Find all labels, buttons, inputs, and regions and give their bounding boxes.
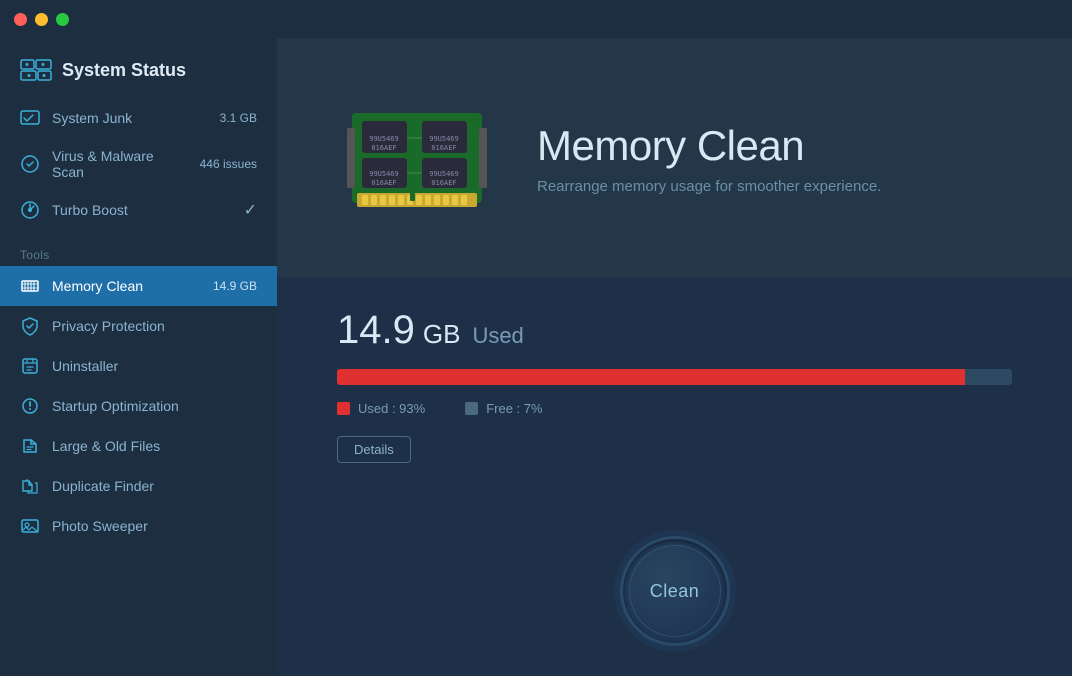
uninstaller-icon — [20, 356, 40, 376]
titlebar — [0, 0, 1072, 38]
sidebar-item-duplicate-finder[interactable]: Duplicate Finder — [0, 466, 277, 506]
turbo-boost-label: Turbo Boost — [52, 202, 232, 218]
memory-clean-badge: 14.9 GB — [213, 279, 257, 293]
sidebar-item-virus-scan[interactable]: Virus & Malware Scan 446 issues — [0, 138, 277, 190]
clean-section: Clean — [277, 516, 1072, 676]
svg-text:99U5469: 99U5469 — [369, 170, 399, 178]
svg-text:99U5469: 99U5469 — [429, 135, 459, 143]
memory-used-unit: GB — [423, 319, 461, 350]
details-button[interactable]: Details — [337, 436, 411, 463]
startup-optimization-label: Startup Optimization — [52, 398, 257, 414]
sidebar-item-photo-sweeper[interactable]: Photo Sweeper — [0, 506, 277, 546]
svg-text:99U5469: 99U5469 — [429, 170, 459, 178]
free-legend-dot — [465, 402, 478, 415]
large-old-files-icon — [20, 436, 40, 456]
stats-section: 14.9 GB Used Used : 93% Free : 7% Detail… — [277, 278, 1072, 516]
large-old-files-label: Large & Old Files — [52, 438, 257, 454]
memory-progress-fill — [337, 369, 965, 385]
turbo-boost-check: ✓ — [244, 200, 257, 220]
maximize-button[interactable] — [56, 13, 69, 26]
photo-sweeper-label: Photo Sweeper — [52, 518, 257, 534]
svg-text:016AEF: 016AEF — [431, 179, 456, 187]
free-legend-label: Free : 7% — [486, 401, 542, 416]
duplicate-finder-icon — [20, 476, 40, 496]
sidebar-item-large-old-files[interactable]: Large & Old Files — [0, 426, 277, 466]
used-legend-label: Used : 93% — [358, 401, 425, 416]
virus-scan-badge: 446 issues — [200, 157, 257, 171]
privacy-protection-icon — [20, 316, 40, 336]
system-status-icon — [20, 58, 52, 82]
used-legend-dot — [337, 402, 350, 415]
clean-button[interactable]: Clean — [620, 536, 730, 646]
used-legend-item: Used : 93% — [337, 401, 425, 416]
photo-sweeper-icon — [20, 516, 40, 536]
startup-optimization-icon — [20, 396, 40, 416]
memory-clean-icon — [20, 276, 40, 296]
privacy-protection-label: Privacy Protection — [52, 318, 257, 334]
free-legend-item: Free : 7% — [465, 401, 542, 416]
system-junk-icon — [20, 108, 40, 128]
sidebar-item-privacy-protection[interactable]: Privacy Protection — [0, 306, 277, 346]
sidebar-item-turbo-boost[interactable]: Turbo Boost ✓ — [0, 190, 277, 230]
ram-illustration: 99U5469 016AEF 99U5469 016AEF 99U5469 01… — [337, 83, 497, 233]
memory-used-number: 14.9 — [337, 308, 415, 353]
close-button[interactable] — [14, 13, 27, 26]
memory-used-label: Used — [472, 323, 523, 349]
clean-button-label: Clean — [650, 581, 700, 602]
hero-section: 99U5469 016AEF 99U5469 016AEF 99U5469 01… — [277, 38, 1072, 278]
sidebar-item-memory-clean[interactable]: Memory Clean 14.9 GB — [0, 266, 277, 306]
system-junk-label: System Junk — [52, 110, 208, 126]
system-junk-badge: 3.1 GB — [220, 111, 257, 125]
sidebar-tools-section: Memory Clean 14.9 GB Privacy Protection — [0, 266, 277, 550]
minimize-button[interactable] — [35, 13, 48, 26]
sidebar-item-startup-optimization[interactable]: Startup Optimization — [0, 386, 277, 426]
virus-scan-label: Virus & Malware Scan — [52, 148, 188, 180]
svg-text:016AEF: 016AEF — [371, 179, 396, 187]
tools-section-label: Tools — [0, 234, 277, 266]
svg-text:016AEF: 016AEF — [431, 144, 456, 152]
progress-legend: Used : 93% Free : 7% — [337, 401, 1012, 416]
memory-progress-bar — [337, 369, 1012, 385]
sidebar: System Status System Junk 3.1 GB Virus — [0, 0, 277, 676]
sidebar-item-uninstaller[interactable]: Uninstaller — [0, 346, 277, 386]
uninstaller-label: Uninstaller — [52, 358, 257, 374]
duplicate-finder-label: Duplicate Finder — [52, 478, 257, 494]
svg-text:99U5469: 99U5469 — [369, 135, 399, 143]
hero-subtitle: Rearrange memory usage for smoother expe… — [537, 178, 881, 195]
turbo-boost-icon — [20, 200, 40, 220]
sidebar-header: System Status — [0, 38, 277, 98]
svg-text:016AEF: 016AEF — [371, 144, 396, 152]
virus-scan-icon — [20, 154, 40, 174]
main-content: 99U5469 016AEF 99U5469 016AEF 99U5469 01… — [277, 0, 1072, 676]
memory-used-row: 14.9 GB Used — [337, 308, 1012, 353]
sidebar-item-system-junk[interactable]: System Junk 3.1 GB — [0, 98, 277, 138]
hero-text: Memory Clean Rearrange memory usage for … — [537, 122, 881, 195]
sidebar-main-section: System Junk 3.1 GB Virus & Malware Scan … — [0, 98, 277, 234]
sidebar-title: System Status — [62, 60, 186, 81]
hero-title: Memory Clean — [537, 122, 881, 170]
memory-clean-label: Memory Clean — [52, 278, 201, 294]
